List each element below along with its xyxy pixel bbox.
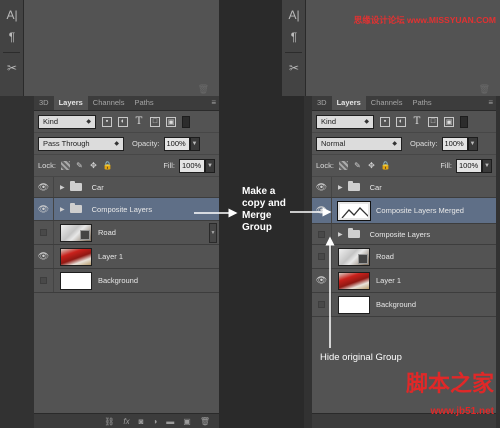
watermark-cn: 脚本之家 xyxy=(405,371,494,397)
watermark-url: www.jb51.net xyxy=(430,406,494,417)
merge-annotation: Make a copy and Merge Group xyxy=(242,186,286,234)
merge-annotation-line: Make a xyxy=(242,186,276,197)
watermark-top: 思缘设计论坛 www.MISSYUAN.COM xyxy=(353,15,496,25)
merge-annotation-line: Merge xyxy=(242,210,272,221)
merge-annotation-line: copy and xyxy=(242,198,286,209)
hide-annotation: Hide original Group xyxy=(320,352,402,363)
merge-annotation-line: Group xyxy=(242,222,272,233)
